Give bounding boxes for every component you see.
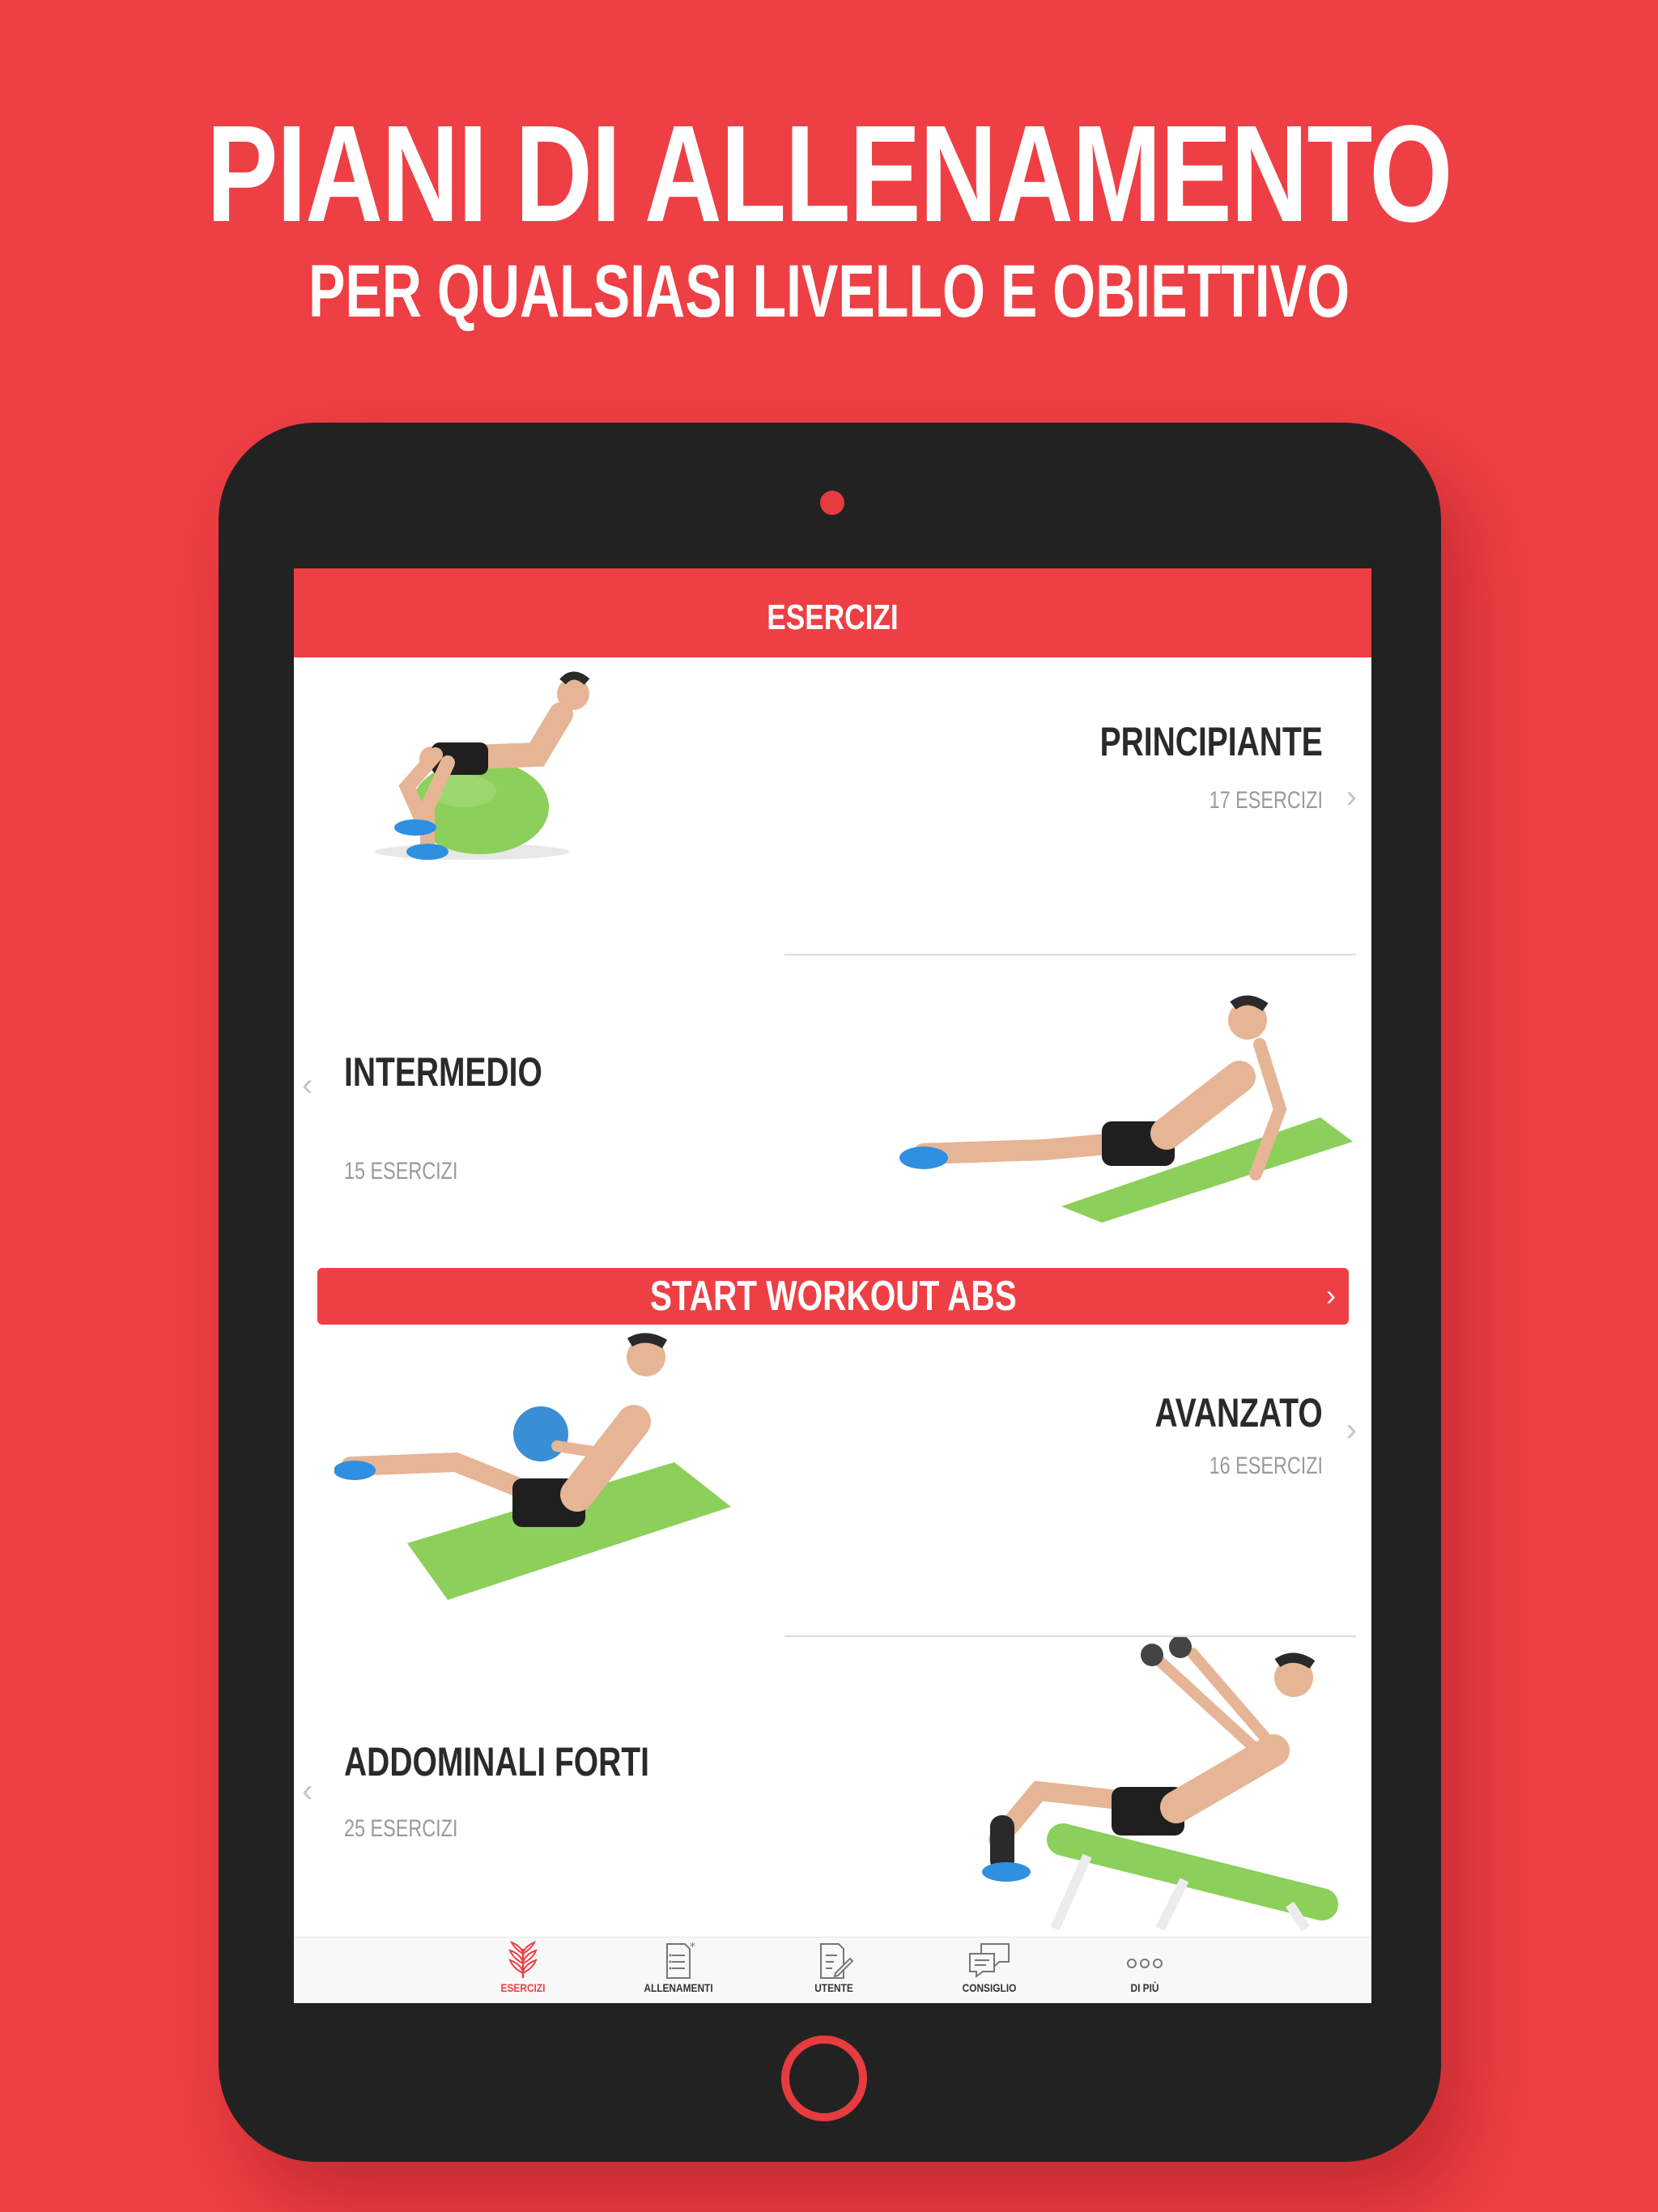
start-workout-button[interactable]: START WORKOUT ABS ›	[317, 1268, 1349, 1325]
svg-text:*: *	[690, 1941, 695, 1954]
workout-row-avanzato[interactable]: AVANZATO 16 ESERCIZI ›	[294, 1333, 1371, 1632]
document-pen-icon	[820, 1943, 853, 1979]
wheat-icon	[508, 1941, 538, 1978]
workout-row-addominali-forti[interactable]: ‹ ADDOMINALI FORTI 25 ESERCIZI	[294, 1636, 1371, 1937]
camera-dot	[820, 491, 844, 515]
exercise-image-bench-crunch	[950, 1636, 1354, 1941]
tab-label: CONSIGLIO	[962, 1981, 1017, 1994]
chevron-right-icon: ›	[1346, 779, 1357, 815]
tab-di-piu[interactable]: DI PIÙ	[1096, 1941, 1193, 2002]
home-button[interactable]	[781, 2035, 867, 2121]
tab-bar: ESERCIZI * ALLENAMENTI UTENTE CONSIGLIO …	[294, 1937, 1371, 2003]
exercise-image-v-sit	[899, 988, 1361, 1227]
row-title: PRINCIPIANTE	[1099, 719, 1323, 764]
workout-row-intermedio[interactable]: ‹ INTERMEDIO 15 ESERCIZI	[294, 955, 1371, 1263]
start-workout-label: START WORKOUT ABS	[649, 1273, 1017, 1320]
more-dots-icon	[1127, 1959, 1163, 1968]
app-screen: ESERCIZI PRINCIPIANTE 17 ESERCIZI › ‹ IN…	[294, 568, 1371, 2003]
promo-title: PIANI DI ALLENAMENTO	[206, 97, 1452, 251]
row-title: INTERMEDIO	[344, 1049, 542, 1095]
row-subtitle: 25 ESERCIZI	[344, 1815, 458, 1842]
exercise-image-ball-twist	[334, 1333, 755, 1604]
row-subtitle: 16 ESERCIZI	[1209, 1453, 1323, 1479]
tab-label: ESERCIZI	[500, 1981, 546, 1994]
nav-title: ESERCIZI	[767, 598, 899, 637]
tab-esercizi[interactable]: ESERCIZI	[474, 1941, 572, 2002]
row-subtitle: 15 ESERCIZI	[344, 1158, 458, 1185]
tab-label: UTENTE	[814, 1981, 853, 1994]
document-star-icon: *	[666, 1941, 695, 1979]
tab-label: ALLENAMENTI	[644, 1981, 713, 1994]
exercise-image-ball-crunch	[351, 657, 593, 872]
chevron-left-icon: ‹	[302, 1067, 313, 1103]
row-title: AVANZATO	[1154, 1390, 1323, 1436]
tab-label: DI PIÙ	[1130, 1981, 1159, 1994]
row-title: ADDOMINALI FORTI	[344, 1739, 649, 1784]
chevron-left-icon: ‹	[302, 1773, 313, 1809]
chevron-right-icon: ›	[1326, 1278, 1336, 1312]
chevron-right-icon: ›	[1346, 1412, 1357, 1448]
tab-utente[interactable]: UTENTE	[785, 1941, 882, 2002]
row-subtitle: 17 ESERCIZI	[1209, 787, 1323, 814]
chat-bubbles-icon	[969, 1943, 1010, 1978]
workout-row-principiante[interactable]: PRINCIPIANTE 17 ESERCIZI ›	[294, 657, 1371, 868]
promo-subtitle: PER QUALSIASI LIVELLO E OBIETTIVO	[308, 250, 1350, 333]
tab-consiglio[interactable]: CONSIGLIO	[941, 1941, 1038, 2002]
tab-allenamenti[interactable]: * ALLENAMENTI	[630, 1941, 727, 2002]
nav-bar: ESERCIZI	[294, 568, 1371, 657]
